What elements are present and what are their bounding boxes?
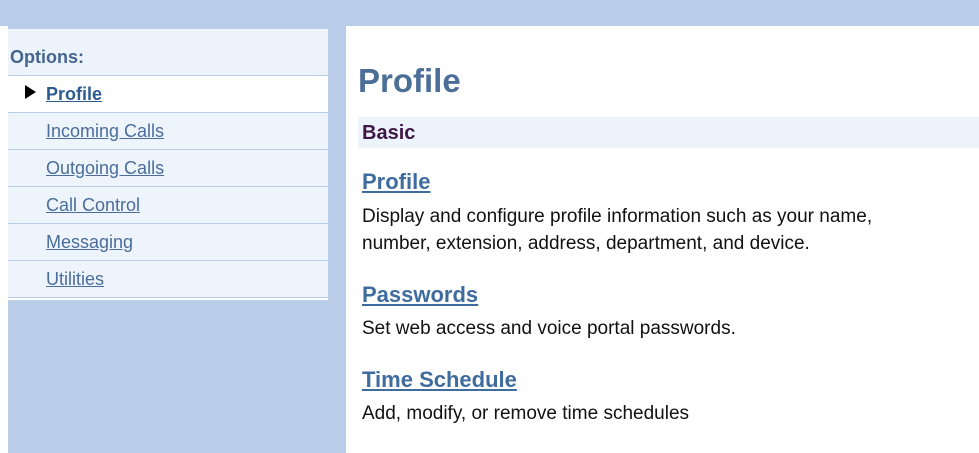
sidebar-item-messaging[interactable]: Messaging — [8, 224, 328, 261]
sidebar-title: Options: — [10, 47, 84, 67]
profile-link[interactable]: Profile — [362, 170, 430, 194]
sidebar-item-utilities[interactable]: Utilities — [8, 261, 328, 298]
sidebar-item-profile[interactable]: Profile — [8, 76, 328, 113]
triangle-right-icon — [25, 85, 36, 99]
sidebar-item-label: Messaging — [46, 232, 134, 252]
sidebar-item-outgoing-calls[interactable]: Outgoing Calls — [8, 150, 328, 187]
passwords-description: Set web access and voice portal password… — [362, 318, 736, 339]
sidebar-item-label: Profile — [46, 84, 103, 104]
profile-description-line-1: Display and configure profile informatio… — [362, 206, 873, 227]
passwords-link[interactable]: Passwords — [362, 283, 478, 307]
section-header-bar — [358, 117, 979, 148]
sidebar-item-label: Call Control — [46, 195, 141, 215]
sidebar-item-label: Incoming Calls — [46, 121, 165, 141]
time-schedule-link[interactable]: Time Schedule — [362, 368, 517, 392]
top-banner-bar — [0, 0, 979, 26]
section-title: Basic — [362, 122, 416, 144]
profile-description-line-2: number, extension, address, department, … — [362, 233, 810, 254]
sidebar-item-call-control[interactable]: Call Control — [8, 187, 328, 224]
sidebar-item-incoming-calls[interactable]: Incoming Calls — [8, 113, 328, 150]
time-schedule-description: Add, modify, or remove time schedules — [362, 403, 690, 424]
sidebar-item-label: Utilities — [46, 269, 105, 289]
page-title: Profile — [358, 62, 461, 99]
sidebar-item-label: Outgoing Calls — [46, 158, 165, 178]
